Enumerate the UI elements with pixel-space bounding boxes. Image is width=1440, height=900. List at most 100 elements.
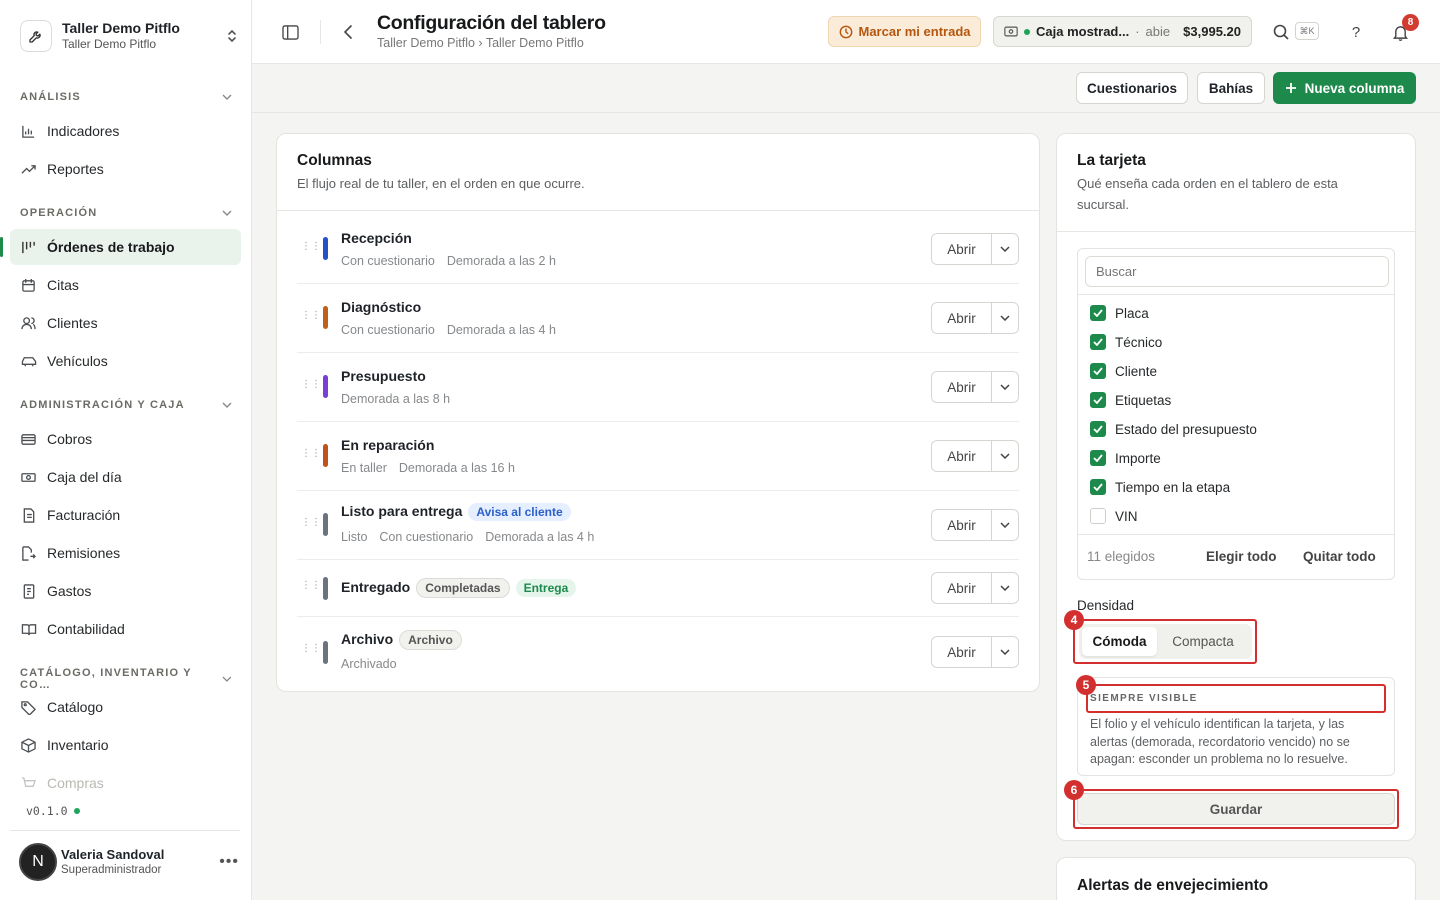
drag-handle-icon[interactable]: ⋮⋮: [301, 644, 321, 654]
section-label: ADMINISTRACIÓN Y CAJA: [20, 399, 185, 411]
clear-all-button[interactable]: Quitar todo: [1303, 549, 1376, 564]
workspace-switcher[interactable]: Taller Demo Pitflo Taller Demo Pitflo: [20, 16, 240, 56]
column-row[interactable]: ⋮⋮ Entregado Completadas Entrega Abrir: [297, 560, 1019, 617]
column-row[interactable]: ⋮⋮ Diagnóstico Con cuestionario Demorada…: [297, 284, 1019, 353]
field-option-vin[interactable]: VIN: [1090, 506, 1138, 526]
sidebar-item-reportes[interactable]: Reportes: [10, 151, 241, 187]
select-all-button[interactable]: Elegir todo: [1206, 549, 1277, 564]
field-option-placa[interactable]: Placa: [1090, 303, 1149, 323]
checkbox[interactable]: [1090, 363, 1106, 379]
column-row[interactable]: ⋮⋮ Recepción Con cuestionario Demorada a…: [297, 215, 1019, 284]
sidebar-item-ordenes[interactable]: Órdenes de trabajo: [0, 229, 241, 265]
column-row[interactable]: ⋮⋮ Listo para entrega Avisa al cliente Li…: [297, 491, 1019, 560]
chevron-down-icon[interactable]: [992, 372, 1018, 402]
open-button[interactable]: Abrir: [932, 573, 992, 603]
sidebar-item-contabilidad[interactable]: Contabilidad: [10, 611, 241, 647]
meta-item: Demorada a las 4 h: [485, 530, 595, 544]
drag-handle-icon[interactable]: ⋮⋮: [301, 242, 321, 252]
section-analisis[interactable]: ANÁLISIS: [20, 91, 232, 103]
chevron-down-icon[interactable]: [992, 573, 1018, 603]
meta-item: Demorada a las 8 h: [341, 392, 451, 406]
checkbox[interactable]: [1090, 392, 1106, 408]
open-button[interactable]: Abrir: [932, 510, 992, 540]
section-administracion[interactable]: ADMINISTRACIÓN Y CAJA: [20, 399, 232, 411]
search-input[interactable]: [1085, 256, 1389, 287]
drag-handle-icon[interactable]: ⋮⋮: [301, 449, 321, 459]
open-button[interactable]: Abrir: [932, 637, 992, 667]
open-button[interactable]: Abrir: [932, 372, 992, 402]
open-button[interactable]: Abrir: [932, 441, 992, 471]
checkbox[interactable]: [1090, 450, 1106, 466]
chevron-down-icon: [222, 676, 232, 682]
density-label: Densidad: [1077, 598, 1135, 613]
sidebar-item-cobros[interactable]: Cobros: [10, 421, 241, 457]
sidebar-toggle-icon[interactable]: [280, 22, 300, 42]
field-option-tiempo-etapa[interactable]: Tiempo en la etapa: [1090, 477, 1230, 497]
field-option-tecnico[interactable]: Técnico: [1090, 332, 1162, 352]
drag-handle-icon[interactable]: ⋮⋮: [301, 311, 321, 321]
field-option-cliente[interactable]: Cliente: [1090, 361, 1157, 381]
checkbox[interactable]: [1090, 421, 1106, 437]
column-row[interactable]: ⋮⋮ En reparación En taller Demorada a la…: [297, 422, 1019, 491]
field-label: Placa: [1115, 305, 1149, 321]
sidebar-item-catalogo[interactable]: Catálogo: [10, 689, 241, 725]
field-option-estado-presupuesto[interactable]: Estado del presupuesto: [1090, 419, 1257, 439]
field-option-importe[interactable]: Importe: [1090, 448, 1161, 468]
clock-icon: [839, 25, 852, 38]
checkbox[interactable]: [1090, 479, 1106, 495]
chevron-down-icon[interactable]: [992, 510, 1018, 540]
sidebar-item-facturacion[interactable]: Facturación: [10, 497, 241, 533]
column-row[interactable]: ⋮⋮ Archivo Archivo Archivado Abrir: [297, 617, 1019, 686]
check-icon: [1093, 425, 1103, 433]
back-icon[interactable]: [338, 22, 358, 42]
sidebar-item-citas[interactable]: Citas: [10, 267, 241, 303]
sidebar-item-label: Inventario: [47, 737, 109, 753]
sidebar-item-vehiculos[interactable]: Vehículos: [10, 343, 241, 379]
sidebar-item-inventario[interactable]: Inventario: [10, 727, 241, 763]
sidebar-item-caja[interactable]: Caja del día: [10, 459, 241, 495]
drag-handle-icon[interactable]: ⋮⋮: [301, 518, 321, 528]
column-name: En reparación: [341, 437, 435, 453]
cashbox-name: Caja mostrad...: [1036, 24, 1130, 39]
sidebar-item-gastos[interactable]: Gastos: [10, 573, 241, 609]
status-dot: [73, 808, 80, 814]
section-operacion[interactable]: OPERACIÓN: [20, 207, 232, 219]
column-row[interactable]: ⋮⋮ Presupuesto Demorada a las 8 h Abrir: [297, 353, 1019, 422]
meta-item: Demorada a las 2 h: [446, 254, 556, 268]
cashbox-selector[interactable]: Caja mostrad... · abie $3,995.20: [993, 16, 1252, 47]
chevron-down-icon[interactable]: [992, 303, 1018, 333]
drag-handle-icon[interactable]: ⋮⋮: [301, 380, 321, 390]
help-icon[interactable]: ?: [1346, 22, 1366, 42]
more-icon[interactable]: •••: [219, 853, 239, 871]
clock-in-button[interactable]: Marcar mi entrada: [828, 16, 981, 47]
sidebar-item-indicadores[interactable]: Indicadores: [10, 113, 241, 149]
version-label: v0.1.0: [26, 804, 80, 818]
sidebar-item-compras[interactable]: Compras: [10, 765, 241, 801]
new-column-button[interactable]: Nueva columna: [1273, 72, 1416, 104]
checkbox[interactable]: [1090, 334, 1106, 350]
bays-button[interactable]: Bahías: [1197, 72, 1265, 104]
open-split-button: Abrir: [931, 636, 1019, 668]
open-button[interactable]: Abrir: [932, 303, 992, 333]
user-menu[interactable]: N Valeria Sandoval Superadministrador ••…: [19, 843, 239, 881]
checkbox[interactable]: [1090, 508, 1106, 524]
column-color: [323, 237, 328, 260]
section-catalogo[interactable]: CATÁLOGO, INVENTARIO Y CO…: [20, 667, 232, 691]
search-icon[interactable]: [1271, 22, 1291, 42]
field-option-etiquetas[interactable]: Etiquetas: [1090, 390, 1171, 410]
section-label: ANÁLISIS: [20, 91, 81, 103]
tag-icon: [20, 699, 37, 716]
sidebar-item-clientes[interactable]: Clientes: [10, 305, 241, 341]
chevron-down-icon[interactable]: [992, 234, 1018, 264]
column-meta: Listo Con cuestionario Demorada a las 4 …: [341, 530, 594, 544]
chevron-down-icon[interactable]: [992, 637, 1018, 667]
chevron-down-icon: [222, 210, 232, 216]
sidebar-item-remisiones[interactable]: Remisiones: [10, 535, 241, 571]
open-button[interactable]: Abrir: [932, 234, 992, 264]
drag-handle-icon[interactable]: ⋮⋮: [301, 581, 321, 591]
questionnaires-button[interactable]: Cuestionarios: [1076, 72, 1188, 104]
sidebar-item-label: Gastos: [47, 583, 92, 599]
checkbox[interactable]: [1090, 305, 1106, 321]
column-meta: En taller Demorada a las 16 h: [341, 461, 515, 475]
chevron-down-icon[interactable]: [992, 441, 1018, 471]
